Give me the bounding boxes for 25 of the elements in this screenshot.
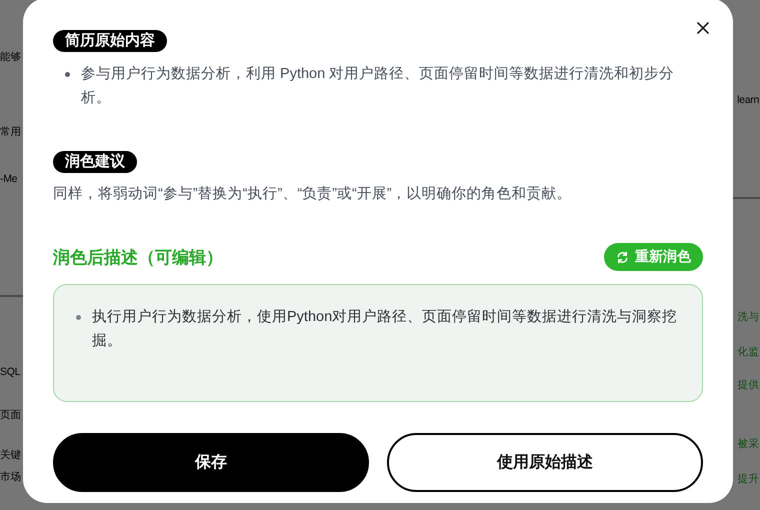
description-editor[interactable]: 执行用户行为数据分析，使用Python对用户路径、页面停留时间等数据进行清洗与洞察挖掘。 (53, 284, 703, 402)
refresh-icon (616, 250, 629, 264)
background-text: 洗与 (738, 310, 759, 324)
use-original-button[interactable]: 使用原始描述 (387, 433, 703, 492)
background-text: 常用 (0, 125, 22, 139)
background-text: 提升 (738, 472, 759, 486)
close-icon (695, 20, 711, 36)
section-title: 润色后描述（可编辑） (53, 246, 223, 268)
close-button[interactable] (695, 20, 711, 36)
background-text: 化监 (738, 345, 759, 359)
background-text: 能够 (0, 50, 22, 64)
background-text: 市场 (0, 470, 22, 484)
background-text: 被采 (738, 437, 759, 451)
background-text: 关键 (0, 448, 22, 462)
section-tag: 简历原始内容 (53, 30, 167, 52)
save-button[interactable]: 保存 (53, 433, 369, 492)
background-text: 页面 (0, 408, 22, 422)
background-text: SQL (0, 365, 20, 379)
bullet-text: 参与用户行为数据分析，利用 Python 对用户路径、页面停留时间等数据进行清洗和初步分析。 (81, 64, 676, 108)
background-text: -Me (0, 172, 18, 186)
background-text: learn (737, 93, 759, 107)
background-text: 提供 (738, 378, 759, 392)
section-tag: 润色建议 (53, 151, 137, 173)
suggestion-text: 同样，将弱动词“参与”替换为“执行”、“负责”或“开展”，以明确你的角色和贡献。 (53, 185, 573, 204)
bullet-icon (65, 72, 70, 77)
